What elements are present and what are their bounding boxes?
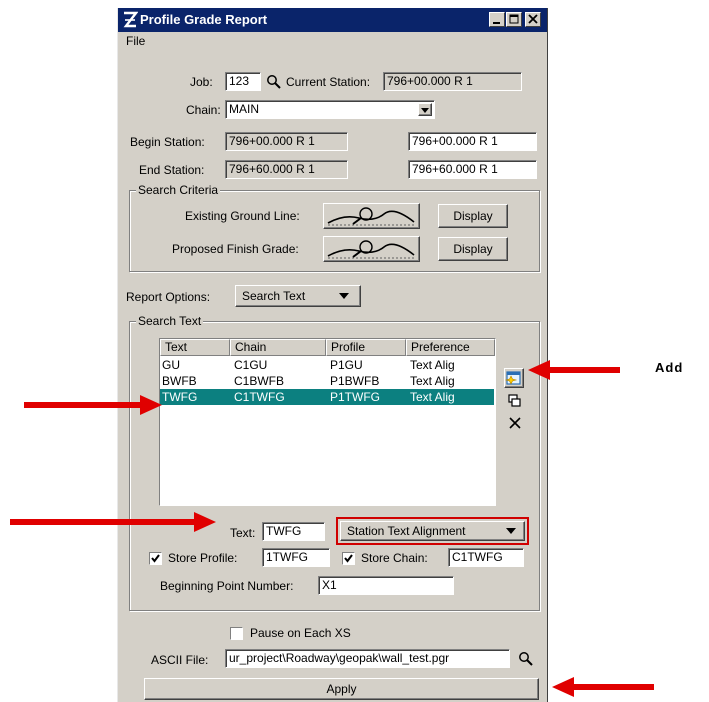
cell-preference: Text Alig (410, 390, 455, 404)
store-profile-label: Store Profile: (168, 551, 238, 565)
cell-profile: P1BWFB (330, 374, 380, 388)
maximize-icon (509, 14, 519, 24)
begin-station-input[interactable]: 796+00.000 R 1 (408, 132, 537, 151)
arrow-shaft-add (548, 367, 620, 373)
table-row-selected[interactable]: TWFG C1TWFG P1TWFG Text Alig (160, 389, 494, 405)
chevron-down-icon (506, 528, 516, 534)
report-options-label: Report Options: (126, 290, 211, 304)
window-title: Profile Grade Report (140, 12, 268, 27)
current-station-field: 796+00.000 R 1 (383, 72, 522, 91)
close-button[interactable] (525, 12, 541, 27)
cell-profile: P1GU (330, 358, 363, 372)
cell-text: BWFB (162, 374, 197, 388)
menu-file[interactable]: File (126, 34, 145, 48)
chevron-down-icon (421, 108, 429, 113)
cell-text: GU (162, 358, 180, 372)
minimize-button[interactable] (489, 12, 505, 27)
alignment-value: Station Text Alignment (347, 524, 466, 538)
job-field[interactable]: 123 (225, 72, 261, 91)
search-text-group: Search Text Text Chain Profile Preferenc… (129, 314, 540, 611)
beginning-point-label: Beginning Point Number: (160, 579, 294, 593)
table-row[interactable]: BWFB C1BWFB P1BWFB Text Alig (160, 373, 494, 389)
report-options-dropdown[interactable]: Search Text (235, 285, 361, 307)
search-text-table[interactable]: Text Chain Profile Preference GU C1GU P1… (159, 338, 496, 506)
job-label: Job: (190, 75, 213, 89)
cell-preference: Text Alig (410, 374, 455, 388)
chain-label: Chain: (186, 103, 221, 117)
store-profile-field[interactable]: 1TWFG (262, 548, 330, 567)
column-header-profile[interactable]: Profile (326, 339, 406, 356)
add-row-button[interactable] (504, 368, 524, 388)
alignment-dropdown[interactable]: Station Text Alignment (340, 521, 525, 541)
table-row[interactable]: GU C1GU P1GU Text Alig (160, 357, 494, 373)
browse-search-icon[interactable] (518, 651, 534, 667)
maximize-button[interactable] (506, 12, 522, 27)
chevron-down-icon (339, 293, 349, 299)
current-station-label: Current Station: (286, 75, 371, 89)
text-field[interactable]: TWFG (262, 522, 325, 541)
cell-preference: Text Alig (410, 358, 455, 372)
app-icon (123, 11, 138, 28)
chain-value: MAIN (229, 102, 259, 116)
modify-row-button[interactable] (508, 394, 522, 411)
existing-ground-display-button[interactable]: Display (438, 204, 508, 228)
cell-text: TWFG (162, 390, 198, 404)
profile-magnifier-icon (327, 207, 415, 226)
search-text-title: Search Text (136, 314, 204, 328)
add-annotation-label: Add (655, 360, 684, 375)
existing-ground-select-button[interactable] (323, 203, 420, 229)
checkmark-icon (344, 554, 353, 563)
proposed-finish-display-button[interactable]: Display (438, 237, 508, 261)
profile-magnifier-icon (327, 240, 415, 259)
report-options-value: Search Text (242, 289, 306, 303)
cell-chain: C1BWFB (234, 374, 285, 388)
store-chain-field[interactable]: C1TWFG (448, 548, 524, 567)
cell-profile: P1TWFG (330, 390, 380, 404)
ascii-file-label: ASCII File: (151, 653, 209, 667)
store-chain-checkbox[interactable] (342, 552, 355, 565)
alignment-dropdown-highlight: Station Text Alignment (336, 517, 529, 545)
column-header-chain[interactable]: Chain (230, 339, 326, 356)
begin-station-label: Begin Station: (130, 135, 205, 149)
search-criteria-group: Search Criteria Existing Ground Line: Di… (129, 183, 540, 272)
delete-x-icon (509, 417, 521, 429)
arrow-left-icon (552, 677, 574, 697)
pause-checkbox[interactable] (230, 627, 243, 640)
delete-row-button[interactable] (508, 416, 522, 433)
text-label: Text: (230, 526, 256, 540)
chain-dropdown-button[interactable] (418, 103, 432, 116)
search-icon[interactable] (266, 74, 282, 90)
pause-label: Pause on Each XS (250, 626, 351, 640)
end-station-readout: 796+60.000 R 1 (225, 160, 348, 179)
store-chain-label: Store Chain: (361, 551, 428, 565)
store-profile-checkbox[interactable] (149, 552, 162, 565)
column-header-text[interactable]: Text (160, 339, 230, 356)
begin-station-readout: 796+00.000 R 1 (225, 132, 348, 151)
checkmark-icon (151, 554, 160, 563)
close-icon (528, 14, 538, 24)
menu-bar: File (118, 32, 547, 50)
column-header-preference[interactable]: Preference (406, 339, 495, 356)
end-station-label: End Station: (139, 163, 205, 177)
add-row-icon (504, 371, 521, 385)
proposed-finish-select-button[interactable] (323, 236, 420, 262)
proposed-finish-label: Proposed Finish Grade: (172, 242, 299, 256)
profile-grade-report-window: Profile Grade Report File Job: 123 Curre… (117, 8, 548, 702)
search-criteria-title: Search Criteria (136, 183, 221, 197)
end-station-input[interactable]: 796+60.000 R 1 (408, 160, 537, 179)
arrow-shaft-apply (574, 684, 654, 690)
cell-chain: C1TWFG (234, 390, 285, 404)
minimize-icon (493, 22, 500, 24)
chain-dropdown[interactable]: MAIN (225, 100, 435, 119)
ascii-file-field[interactable]: ur_project\Roadway\geopak\wall_test.pgr (225, 649, 510, 668)
beginning-point-field[interactable]: X1 (318, 576, 454, 595)
copy-windows-icon (508, 394, 521, 407)
cell-chain: C1GU (234, 358, 268, 372)
existing-ground-label: Existing Ground Line: (185, 209, 300, 223)
apply-button[interactable]: Apply (144, 678, 539, 700)
title-bar[interactable]: Profile Grade Report (118, 8, 547, 32)
